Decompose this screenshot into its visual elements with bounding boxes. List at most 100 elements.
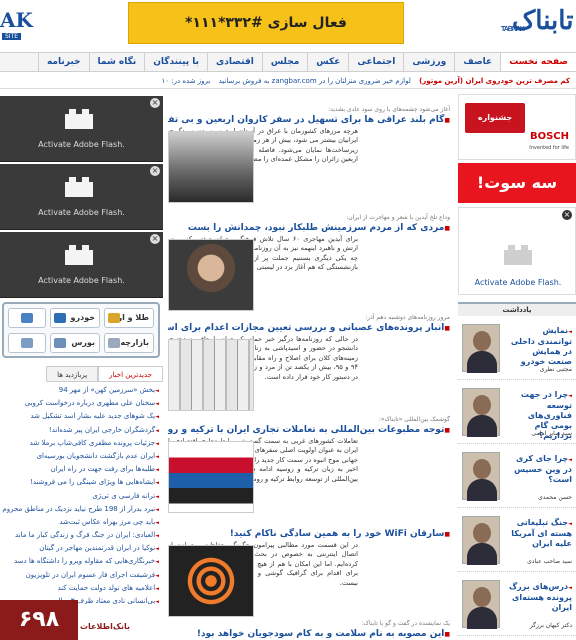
nav-item-home[interactable]: صفحه نخست [500,53,576,71]
list-item[interactable]: طلبه‌ها برای رفت جهت در راه ایران [0,463,163,476]
story-title[interactable]: این مصوبه به نام سلامت و به کام سودجویان… [168,628,450,640]
logo-sub: TABNAK [500,26,525,33]
story-image[interactable] [168,339,254,411]
list-item[interactable]: باید چی مرز بهراه عکاس ثبت‌شد [0,516,163,529]
chart-icon [21,338,33,348]
latest-news-list: بخش «سرزمین کهن» از مهر 94 سخنان علی مطه… [0,384,163,604]
plugin-icon [504,245,532,265]
list-item[interactable]: سخنان علی مطهری درباره درخواست کروبی [0,397,163,410]
story-title[interactable]: مردی که از مردم سرزمینش طلبکار نبود، چمد… [168,222,450,235]
services-box: طلا و ارز خودرو بازارچه بورس [2,302,160,358]
news-story: مرور روزنامه‌های دوشنبه دهم آذر: انبار پ… [168,313,450,411]
ticker-item[interactable]: کم مصرف ترین خودروی ایران (آرین موتور) [419,73,576,88]
chart-button[interactable] [8,333,46,353]
tab-latest[interactable]: جدیدترین اخبار [98,366,163,382]
service-label: خودرو [70,313,95,322]
note-title[interactable]: نمایش توانمندی داخلی در همایش صنعت خودرو [506,326,572,367]
list-item[interactable]: نوکیا در ایران قدرتمندین مهاجر در گیتان [0,542,163,555]
list-item[interactable]: گردشگران خارجی ایران پیر شده‌اند! [0,424,163,437]
bosch-ad-banner: جشنواره زمستانه [465,103,525,152]
note-item[interactable]: درس‌های بزرگ پرونده هسته‌ای ایران دکتر ک… [458,574,576,636]
nav-item-your-view[interactable]: نگاه شما [88,53,145,71]
news-story: آغاز می‌شود چشمه‌های با روی سود عادی بشد… [168,105,450,203]
story-image[interactable] [168,441,254,513]
close-icon[interactable]: × [562,210,572,220]
market-button[interactable]: بازارچه [104,333,154,353]
note-item[interactable]: نمایش توانمندی داخلی در همایش صنعت خودرو… [458,318,576,380]
bosch-logo: BOSCH [529,131,569,142]
list-item[interactable]: العبادی: ایران در جنگ فرگ و زندگی کبار م… [0,529,163,542]
plugin-icon [65,109,93,129]
nav-item-general[interactable]: عاصف [454,53,500,71]
flash-placeholder[interactable]: × Activate Adobe Flash. [458,207,576,295]
site-logo-left[interactable]: AK SITE [0,0,33,48]
list-item[interactable]: اعلامیه های تولد دولت حمایت کند [0,582,163,595]
top-banner-ad[interactable]: فعال سازی #۳۳۲*۱۱۱* [128,2,404,44]
main-stories: آغاز می‌شود چشمه‌های با روی سود عادی بشد… [168,89,450,640]
flash-caption: Activate Adobe Flash. [474,278,562,287]
bosch-ad[interactable]: جشنواره زمستانه BOSCH Invented for life [458,94,576,160]
story-image[interactable] [168,239,254,311]
list-item[interactable]: نبرد بدرار از 198 طرح نیاید نزدیک در منا… [0,503,163,516]
note-item[interactable]: چرا در جهت توسعه فناوری‌های بومی گام برد… [458,382,576,444]
nav-item-sports[interactable]: ورزشی [403,53,454,71]
story-supertitle: وداع تلخ آیدین با شعر و مهاجرت از ایران: [346,214,450,221]
story-image[interactable] [168,131,254,203]
story-title[interactable]: انبار پرونده‌های عصبانی و بررسی تعیین مج… [168,322,450,335]
site-logo[interactable]: تابناک TABNAK [501,0,576,48]
car-ad-button[interactable] [8,308,46,328]
service-label: بازارچه [120,338,149,347]
banner-text: فعال سازی #۳۳۲*۱۱۱* [185,15,347,31]
list-item[interactable]: جزئیات پرونده مظفری کافی‌شاپ برملا شد [0,437,163,450]
nav-item-readers[interactable]: با پینندگان [144,53,207,71]
nav-item-economy[interactable]: اقتصادی [207,53,262,71]
author-avatar [462,388,500,437]
story-supertitle: آغاز می‌شود چشمه‌های با روی سود عادی بشد… [328,106,450,113]
note-item[interactable]: جنگ تبلیغاتی هسته ای آمریکا علیه ایران س… [458,510,576,572]
list-item[interactable]: ایشاه‌هایی ها ویژای شینگی را می فروشند! [0,476,163,489]
note-author: مجتبی نظری [539,366,572,373]
flash-placeholder[interactable]: × Activate Adobe Flash. [0,96,163,162]
note-author: دکتر کیهان برزگر [529,622,572,629]
story-title[interactable]: گام بلند عراقی ها برای تسهیل در سفر کارو… [168,114,450,127]
story-title[interactable]: توجه مطبوعات بین‌المللی به تعاملات تجاری… [168,424,450,437]
nav-item-newsletter[interactable]: خبرنامه [37,53,89,71]
bottom-logo-text: بانک‌اطلاعات [80,622,131,631]
list-item[interactable]: بخش «سرزمین کهن» از مهر 94 [0,384,163,397]
stock-button[interactable]: بورس [50,333,100,353]
flash-caption: Activate Adobe Flash. [38,208,125,217]
ticker-item[interactable]: لوازم خیر ضروری منزلتان را در zangbar.co… [219,73,417,88]
gold-currency-button[interactable]: طلا و ارز [104,308,154,328]
list-item[interactable]: ایران عدم بازگشت دانشجویان بورسیه‌ای [0,450,163,463]
note-title[interactable]: درس‌های بزرگ پرونده هسته‌ای ایران [506,582,572,613]
note-title[interactable]: چرا جای کری در وین خسیس است؟ [506,454,572,485]
nav-item-photo[interactable]: عکس [307,53,348,71]
nav-item-social[interactable]: اجتماعی [348,53,403,71]
story-image[interactable] [168,545,254,617]
ad-ticker: کم مصرف ترین خودروی ایران (آرین موتور) ل… [0,73,576,89]
note-item[interactable]: چرا جای کری در وین خسیس است؟ حسن محمدی [458,446,576,508]
story-supertitle: مرور روزنامه‌های دوشنبه دهم آذر: [365,314,450,321]
list-item[interactable]: خبرنگاری‌هایی که مقاوله ویرو را داشتگاه … [0,555,163,568]
bottom-logo[interactable]: ۶۹۸ بانک‌اطلاعات [0,600,150,640]
note-author: سید صابر امامی [531,430,572,437]
ticker-updated: بروز شده در: ۱۰ [161,77,211,85]
note-author: سید صاحب عبادی [527,558,572,565]
tab-most-viewed[interactable]: پربازدید ها [46,366,99,382]
car-button[interactable]: خودرو [50,308,100,328]
close-icon[interactable]: × [150,98,160,108]
story-title[interactable]: سارقان WiFi خود را به همین سادگی ناکام ک… [168,528,450,541]
list-item[interactable]: یک شوهای جدید علیه بشار اسد تشکیل شد [0,410,163,423]
author-avatar [462,452,500,501]
list-item[interactable]: فرشیفت اجرای فار عسوم ایران در تلویزیون [0,569,163,582]
nav-item-parliament[interactable]: مجلس [261,53,307,71]
close-icon[interactable]: × [150,166,160,176]
se-sut-ad[interactable]: سه سوت! [458,163,576,203]
news-story: یک نمایشنده در گفت و گو با تابناک: این م… [168,619,450,640]
close-icon[interactable]: × [150,234,160,244]
flash-placeholder[interactable]: × Activate Adobe Flash. [0,232,163,298]
list-item[interactable]: ترانه فارسی ی تی‌ژی [0,490,163,503]
se-sut-text: سه سوت! [476,173,558,192]
note-title[interactable]: جنگ تبلیغاتی هسته ای آمریکا علیه ایران [506,518,572,549]
flash-placeholder[interactable]: × Activate Adobe Flash. [0,164,163,230]
